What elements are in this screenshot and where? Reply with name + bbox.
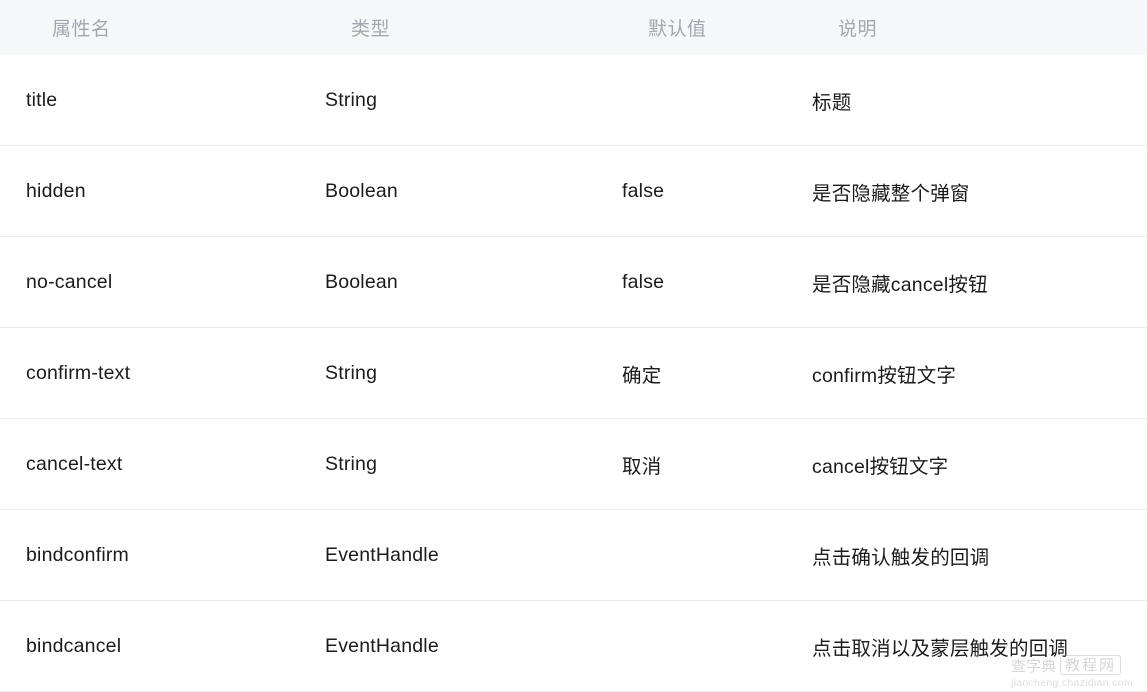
table-row: confirm-text String 确定 confirm按钮文字 <box>0 327 1147 419</box>
attribute-desc-text: confirm按钮文字 <box>812 364 957 387</box>
attribute-type-text: EventHandle <box>325 543 439 566</box>
cell-attribute-type: Boolean <box>299 145 598 237</box>
cell-attribute-default <box>598 600 794 692</box>
attribute-type-text: String <box>325 88 378 111</box>
column-header-type: 类型 <box>299 0 598 55</box>
cell-attribute-default <box>598 55 794 146</box>
cell-attribute-default: false <box>598 145 794 237</box>
cell-attribute-type: EventHandle <box>299 600 598 692</box>
attribute-name-text: cancel-text <box>26 452 123 475</box>
cell-attribute-default <box>598 509 794 601</box>
column-header-type-label: 类型 <box>351 19 391 40</box>
attribute-name-text: confirm-text <box>26 361 131 384</box>
table-row: bindconfirm EventHandle 点击确认触发的回调 <box>0 509 1147 601</box>
table-row: cancel-text String 取消 cancel按钮文字 <box>0 418 1147 510</box>
cell-attribute-type: String <box>299 418 598 510</box>
cell-attribute-type: String <box>299 55 598 146</box>
column-header-desc: 说明 <box>794 0 1147 55</box>
table-header-row: 属性名 类型 默认值 说明 <box>0 0 1147 55</box>
cell-attribute-name: bindconfirm <box>0 509 299 601</box>
cell-attribute-type: String <box>299 327 598 419</box>
attribute-desc-text: 是否隐藏整个弹窗 <box>812 182 970 205</box>
cell-attribute-desc: confirm按钮文字 <box>794 327 1147 419</box>
cell-attribute-desc: 是否隐藏cancel按钮 <box>794 236 1147 328</box>
cell-attribute-name: no-cancel <box>0 236 299 328</box>
attribute-desc-text: 标题 <box>812 91 852 114</box>
attribute-desc-text: cancel按钮文字 <box>812 455 949 478</box>
cell-attribute-desc: 是否隐藏整个弹窗 <box>794 145 1147 237</box>
cell-attribute-type: Boolean <box>299 236 598 328</box>
table-body: title String 标题 hidden Boolean false 是否隐… <box>0 55 1147 692</box>
cell-attribute-name: title <box>0 55 299 146</box>
cell-attribute-default: 确定 <box>598 327 794 419</box>
attribute-desc-text: 是否隐藏cancel按钮 <box>812 273 988 296</box>
column-header-name: 属性名 <box>0 0 299 55</box>
attribute-default-text: 确定 <box>622 364 662 387</box>
cell-attribute-type: EventHandle <box>299 509 598 601</box>
attribute-type-text: String <box>325 361 378 384</box>
attribute-default-text: false <box>622 179 665 202</box>
column-header-name-label: 属性名 <box>52 19 111 40</box>
attribute-name-text: no-cancel <box>26 270 113 293</box>
column-header-default-label: 默认值 <box>648 19 707 40</box>
attribute-name-text: bindcancel <box>26 634 122 657</box>
attribute-name-text: bindconfirm <box>26 543 129 566</box>
cell-attribute-desc: 标题 <box>794 55 1147 146</box>
table-row: no-cancel Boolean false 是否隐藏cancel按钮 <box>0 236 1147 328</box>
attribute-desc-text: 点击取消以及蒙层触发的回调 <box>812 637 1069 660</box>
table-row: hidden Boolean false 是否隐藏整个弹窗 <box>0 145 1147 237</box>
cell-attribute-desc: cancel按钮文字 <box>794 418 1147 510</box>
attribute-name-text: title <box>26 88 58 111</box>
attribute-type-text: Boolean <box>325 179 398 202</box>
attribute-name-text: hidden <box>26 179 86 202</box>
attribute-default-text: false <box>622 270 665 293</box>
cell-attribute-name: hidden <box>0 145 299 237</box>
attribute-type-text: String <box>325 452 378 475</box>
cell-attribute-desc: 点击确认触发的回调 <box>794 509 1147 601</box>
attribute-desc-text: 点击确认触发的回调 <box>812 546 990 569</box>
cell-attribute-default: 取消 <box>598 418 794 510</box>
cell-attribute-name: cancel-text <box>0 418 299 510</box>
table-row: bindcancel EventHandle 点击取消以及蒙层触发的回调 <box>0 600 1147 692</box>
table-row: title String 标题 <box>0 55 1147 146</box>
cell-attribute-name: confirm-text <box>0 327 299 419</box>
cell-attribute-desc: 点击取消以及蒙层触发的回调 <box>794 600 1147 692</box>
column-header-default: 默认值 <box>598 0 794 55</box>
attributes-table: 属性名 类型 默认值 说明 title String 标题 hidden Boo… <box>0 0 1147 692</box>
cell-attribute-default: false <box>598 236 794 328</box>
attribute-type-text: EventHandle <box>325 634 439 657</box>
attribute-type-text: Boolean <box>325 270 398 293</box>
attribute-default-text: 取消 <box>622 455 662 478</box>
table-header: 属性名 类型 默认值 说明 <box>0 0 1147 55</box>
cell-attribute-name: bindcancel <box>0 600 299 692</box>
column-header-desc-label: 说明 <box>838 19 878 40</box>
